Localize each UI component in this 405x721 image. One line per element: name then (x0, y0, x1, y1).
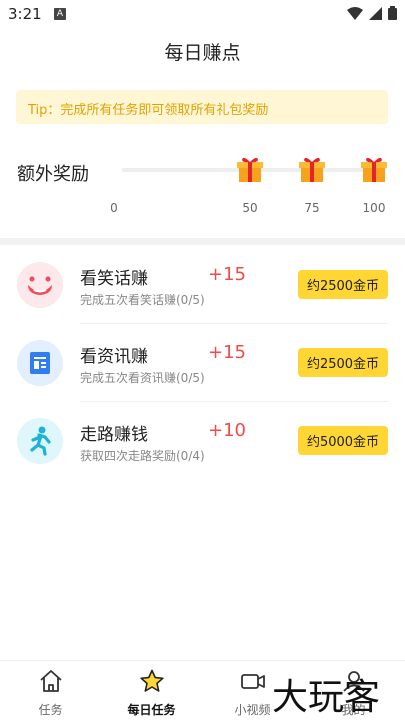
task-title: 看资讯赚 (80, 347, 148, 367)
task-icon-bg (17, 262, 63, 308)
task-reward-button[interactable]: 约5000金币 (298, 426, 388, 455)
task-reward-button[interactable]: 约2500金币 (298, 348, 388, 377)
tab-daily-tasks[interactable]: 每日任务 (101, 661, 202, 721)
task-icon-bg (17, 418, 63, 464)
task-description: 获取四次走路奖励(0/4) (80, 449, 205, 463)
task-row-jokes: 看笑话赚 +15 完成五次看笑话赚(0/5) 约2500金币 (0, 246, 405, 324)
task-description: 完成五次看笑话赚(0/5) (80, 293, 205, 307)
section-divider (0, 238, 405, 245)
signal-icon (369, 6, 382, 20)
task-row-walk: 走路赚钱 +10 获取四次走路奖励(0/4) 约5000金币 (0, 402, 405, 480)
battery-icon (388, 6, 397, 20)
task-row-news: 看资讯赚 +15 完成五次看资讯赚(0/5) 约2500金币 (0, 324, 405, 402)
gift-100-icon[interactable] (361, 155, 387, 183)
star-icon (140, 669, 164, 692)
task-title: 走路赚钱 (80, 425, 148, 445)
task-reward-button[interactable]: 约2500金币 (298, 270, 388, 299)
tip-text: Tip：完成所有任务即可领取所有礼包奖励 (28, 103, 269, 118)
task-title: 看笑话赚 (80, 269, 148, 289)
news-icon (30, 352, 50, 374)
tab-label: 每日任务 (127, 703, 176, 717)
task-points: +15 (208, 342, 246, 363)
watermark-logo: 大玩客 (272, 677, 381, 718)
tick-label-50: 50 (242, 201, 258, 215)
tick-label-100: 100 (362, 201, 386, 215)
home-icon (40, 670, 62, 692)
notification-badge: A (54, 8, 66, 20)
task-icon-bg (17, 340, 63, 386)
task-points: +10 (208, 420, 246, 441)
status-bar: 3:21 A (0, 0, 405, 28)
status-icons (347, 6, 397, 20)
gift-50-icon[interactable] (237, 155, 263, 183)
smile-icon (28, 276, 52, 295)
tab-label: 任务 (38, 703, 63, 717)
task-description: 完成五次看资讯赚(0/5) (80, 371, 205, 385)
wifi-icon (347, 6, 363, 20)
status-time: 3:21 (8, 5, 42, 23)
task-points: +15 (208, 264, 246, 285)
tab-tasks[interactable]: 任务 (0, 661, 101, 721)
video-icon (241, 674, 265, 689)
walk-icon (30, 426, 51, 456)
gift-75-icon[interactable] (299, 155, 325, 183)
page-title: 每日赚点 (164, 42, 241, 64)
tick-label-0: 0 (110, 201, 118, 215)
reward-label: 额外奖励 (17, 164, 89, 185)
tip-banner: Tip：完成所有任务即可领取所有礼包奖励 (16, 90, 388, 124)
tick-label-75: 75 (304, 201, 320, 215)
